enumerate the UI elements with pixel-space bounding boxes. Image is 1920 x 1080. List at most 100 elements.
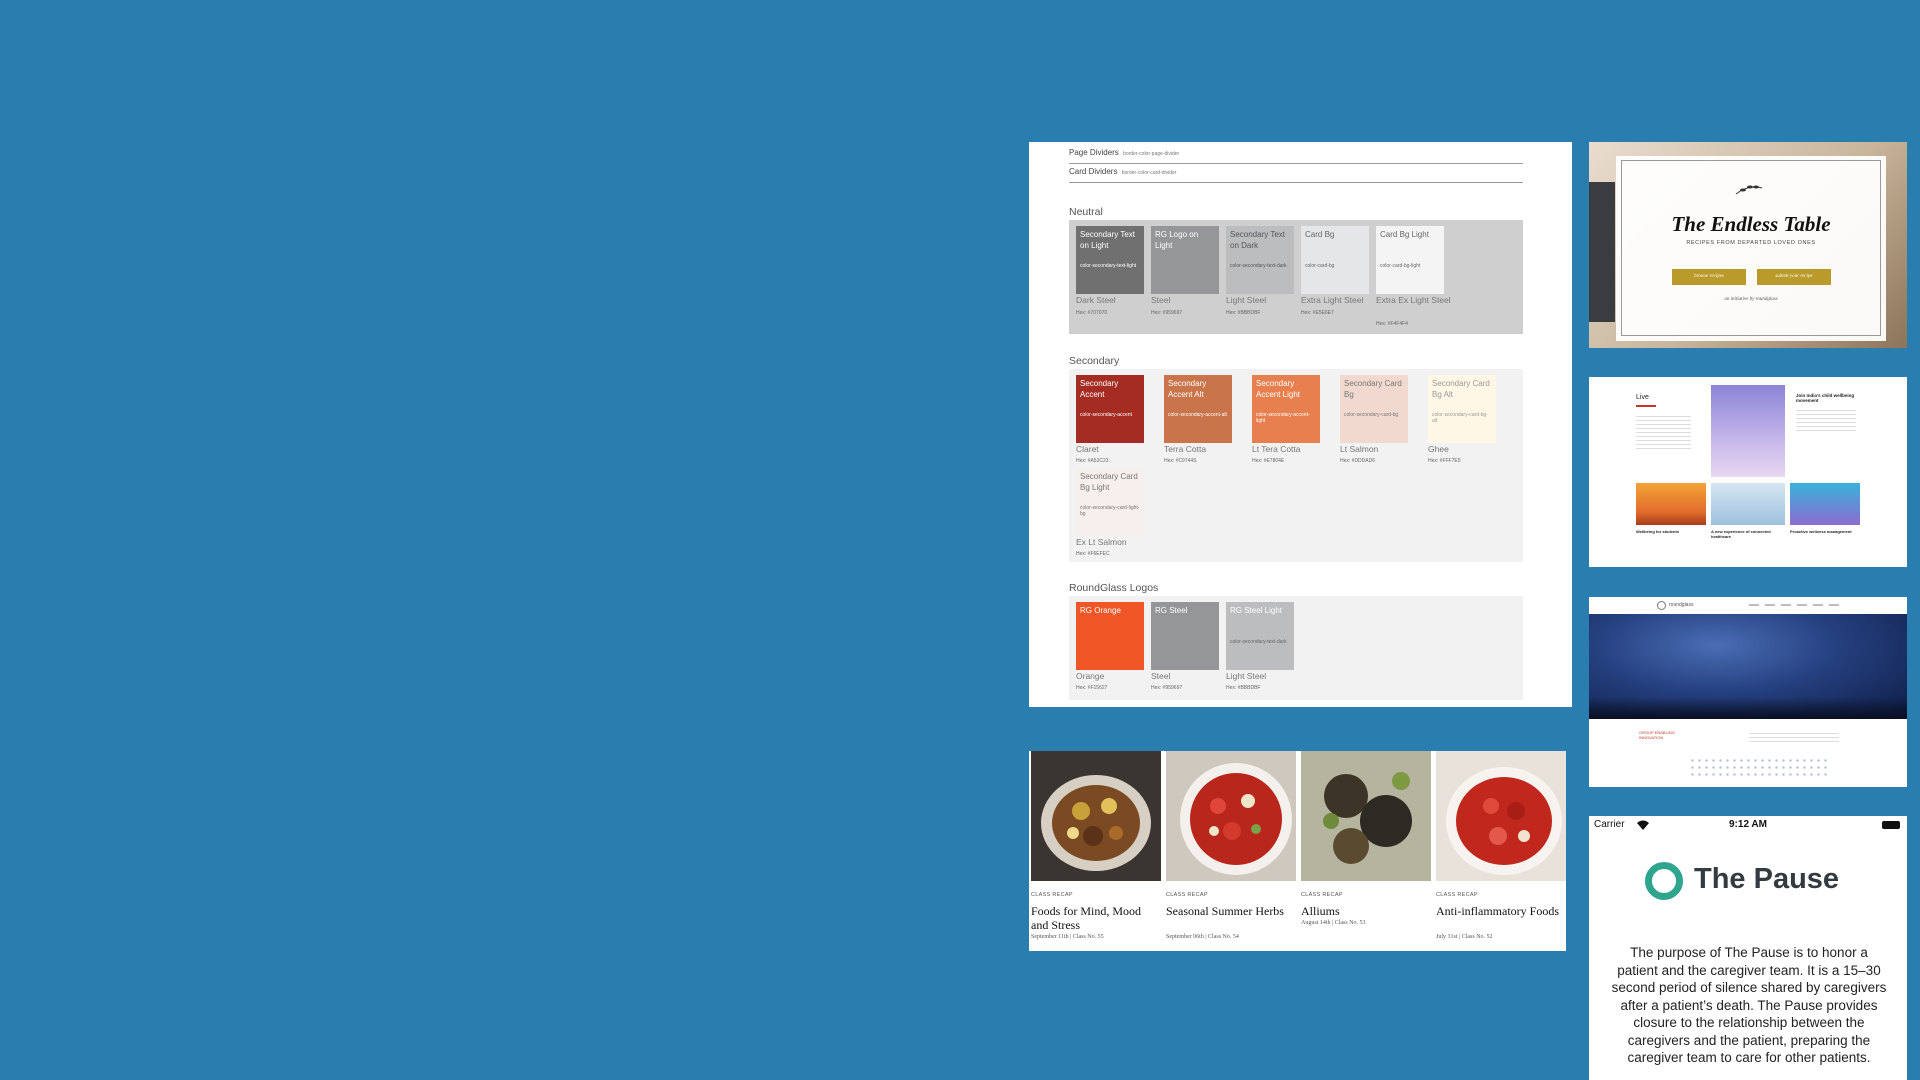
pause-logo-icon <box>1645 862 1683 900</box>
swatch-rg-orange: RG Orange <box>1076 602 1144 670</box>
pause-description: The purpose of The Pause is to honor a p… <box>1611 945 1887 1065</box>
swatch-hex: Hex: #BBBDBF <box>1226 685 1261 691</box>
swatch-name: Steel <box>1151 671 1171 681</box>
recipe-title[interactable]: Anti-inflammatory Foods <box>1436 904 1564 918</box>
swatch-label: Card Bg Light <box>1380 230 1429 239</box>
recipe-card[interactable]: CLASS RECAP Anti-inflammatory Foods July… <box>1434 751 1566 951</box>
recipe-category: CLASS RECAP <box>1301 892 1343 898</box>
the-pause-phone-screen[interactable]: Carrier 9:12 AM The Pause The purpose of… <box>1589 816 1907 1080</box>
recipe-meta: September 06th | Class No. 54 <box>1166 934 1239 940</box>
battery-icon <box>1882 821 1900 829</box>
background-photo <box>1589 182 1615 322</box>
swatch-hex: Hex: #959697 <box>1151 685 1183 691</box>
submit-recipe-button[interactable]: submit your recipe <box>1757 269 1831 285</box>
wellness-image <box>1790 483 1860 525</box>
swatch-label: RG Steel <box>1155 606 1188 615</box>
conference-page-thumbnail[interactable]: roundglass GROUP ENABLING INNOVATION <box>1589 597 1907 787</box>
swatch-token: color-secondary-accent-alt <box>1168 412 1227 418</box>
swatch-label: Secondary Card Bg <box>1344 379 1402 399</box>
logos-section-title: RoundGlass Logos <box>1069 582 1159 594</box>
swatch-label: Card Bg <box>1305 230 1335 239</box>
endless-table-thumbnail[interactable]: The Endless Table RECIPES FROM DEPARTED … <box>1589 142 1907 348</box>
nav-links[interactable] <box>1749 604 1839 606</box>
live-card-title: Join India's child wellbeing movement <box>1796 393 1855 403</box>
swatch-label: Secondary Accent Alt <box>1168 379 1207 399</box>
swatch-name: Orange <box>1076 671 1105 681</box>
swatch-name: Ghee <box>1428 444 1449 454</box>
swatch-ghee: Secondary Card Bg Alt color-secondary-ca… <box>1428 375 1496 443</box>
live-card-title: Proactive wellness management <box>1790 529 1852 534</box>
swatch-hex: Hex: #F15627 <box>1076 685 1108 691</box>
recipe-title[interactable]: Foods for Mind, Mood and Stress <box>1031 904 1159 932</box>
swatch-rg-steel: RG Steel <box>1151 602 1219 670</box>
recipe-meta: September 11th | Class No. 55 <box>1031 934 1104 940</box>
endless-title: The Endless Table <box>1671 212 1831 236</box>
swatch-hex: Hex: #FFF7E5 <box>1428 458 1461 464</box>
swatch-terra-cotta: Secondary Accent Alt color-secondary-acc… <box>1164 375 1232 443</box>
endless-subtitle: RECIPES FROM DEPARTED LOVED ONES <box>1686 240 1816 246</box>
swatch-name: Claret <box>1076 444 1099 454</box>
swatch-name: Lt Tera Cotta <box>1252 444 1301 454</box>
card-dividers-row: Card Dividers border-color-card-divider <box>1069 167 1523 183</box>
swatch-name: Steel <box>1151 295 1171 305</box>
status-time: 9:12 AM <box>1729 819 1767 830</box>
swatch-extra-light-steel: Card Bg color-card-bg <box>1301 226 1369 294</box>
card-dividers-token: border-color-card-divider <box>1121 170 1177 176</box>
secondary-section-title: Secondary <box>1069 355 1120 367</box>
live-page-thumbnail[interactable]: Live Join India's child wellbeing moveme… <box>1589 377 1907 567</box>
swatch-name: Dark Steel <box>1076 295 1116 305</box>
page-dividers-token: border-color-page-divider <box>1123 151 1180 157</box>
food-image <box>1031 751 1161 881</box>
swatch-hex: Hex: #C9744S <box>1164 458 1197 464</box>
food-image <box>1436 751 1566 881</box>
swatch-token: color-card-bg <box>1305 263 1335 269</box>
browse-recipes-button[interactable]: browse recipes <box>1672 269 1746 285</box>
recipe-card[interactable]: CLASS RECAP Seasonal Summer Herbs Septem… <box>1164 751 1296 951</box>
initiative-text: an initiative by roundglass <box>1724 297 1778 302</box>
swatch-name: Terra Cotta <box>1164 444 1207 454</box>
dot-network-graphic <box>1689 757 1829 779</box>
swatch-token: color-secondary-text-light <box>1080 263 1137 269</box>
swatch-label: RG Orange <box>1080 606 1121 615</box>
swatch-token: color-secondary-card-bg-alt <box>1432 412 1488 424</box>
card-dividers-label: Card Dividers <box>1069 167 1118 176</box>
swatch-label: Secondary Card Bg Alt <box>1432 379 1490 399</box>
olive-branch-icon <box>1734 182 1764 198</box>
food-image <box>1301 751 1431 881</box>
recipe-category: CLASS RECAP <box>1031 892 1073 898</box>
swatch-name: Extra Light Steel <box>1301 295 1364 305</box>
text-placeholder <box>1796 407 1856 431</box>
swatch-hex: Hex: #E7804E <box>1252 458 1285 464</box>
recipe-card[interactable]: CLASS RECAP Alliums August 14th | Class … <box>1299 751 1431 951</box>
swatch-rg-steel-light: RG Steel Light color-secondary-text-dark <box>1226 602 1294 670</box>
swatch-name: Light Steel <box>1226 671 1267 681</box>
swatch-hex: Hex: #F6EFEC <box>1076 551 1110 557</box>
swatch-hex: Hex: #E5E6E7 <box>1301 310 1334 316</box>
swatch-token: color-secondary-accent <box>1080 412 1132 418</box>
swatch-name: Lt Salmon <box>1340 444 1379 454</box>
students-image <box>1636 483 1706 525</box>
swatch-label: Secondary Card Bg Light <box>1080 472 1138 492</box>
recipe-title[interactable]: Seasonal Summer Herbs <box>1166 904 1294 918</box>
recipe-card[interactable]: CLASS RECAP Foods for Mind, Mood and Str… <box>1029 751 1161 951</box>
healthcare-image <box>1711 483 1785 525</box>
pause-title: The Pause <box>1694 863 1840 895</box>
swatch-hex: Hex: #959697 <box>1151 310 1183 316</box>
recipe-category: CLASS RECAP <box>1436 892 1478 898</box>
swatch-ex-lt-salmon: Secondary Card Bg Light color-secondary-… <box>1076 468 1144 536</box>
neutral-panel: Secondary Text on Light color-secondary-… <box>1069 220 1523 334</box>
swatch-extra-ex-light-steel: Card Bg Light color-card-bg-light <box>1376 226 1444 294</box>
swatch-token: color-secondary-card-light-bg <box>1080 505 1140 517</box>
recipe-title[interactable]: Alliums <box>1301 904 1429 918</box>
swatch-hex: Hex: #F4F4F4 <box>1376 321 1408 327</box>
recipe-meta: August 14th | Class No. 53 <box>1301 920 1366 926</box>
swatch-light-steel: Secondary Text on Dark color-secondary-t… <box>1226 226 1294 294</box>
live-heading: Live <box>1636 394 1649 401</box>
swatch-hex: Hex: #BBBDBF <box>1226 310 1261 316</box>
swatch-claret: Secondary Accent color-secondary-accent <box>1076 375 1144 443</box>
swatch-steel: RG Logo on Light <box>1151 226 1219 294</box>
swatch-hex: Hex: #DDDAD6 <box>1340 458 1376 464</box>
swatch-hex: Hex: #707070 <box>1076 310 1108 316</box>
swatch-label: Secondary Text on Light <box>1080 230 1135 250</box>
swatch-label: RG Steel Light <box>1230 606 1283 615</box>
